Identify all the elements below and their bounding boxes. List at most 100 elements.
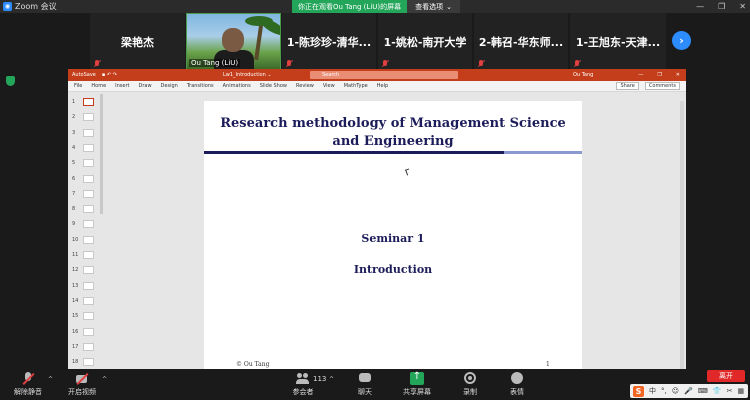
close-icon[interactable]: ✕ [676,72,680,78]
slide-thumbnail[interactable]: 8 [70,205,100,215]
chevron-down-icon: ⌄ [446,2,452,11]
ribbon-tab[interactable]: Transitions [187,83,214,89]
video-options-caret[interactable]: ^ [102,376,107,383]
slide-preview [83,358,94,367]
ribbon-tab[interactable]: Review [296,83,314,89]
ribbon-tab[interactable]: View [323,83,335,89]
participant-tile[interactable]: 梁艳杰 [90,13,185,70]
save-icon[interactable]: ▪ ↶ ↷ [102,72,117,78]
slide-thumbnail[interactable]: 12 [70,266,100,276]
muted-mic-icon [382,60,388,68]
participant-tile[interactable]: 2-韩召-华东师... [474,13,568,70]
participant-count: 113 [313,375,327,383]
slide-preview [83,296,94,305]
audio-options-caret[interactable]: ^ [48,376,53,383]
ribbon-tab[interactable]: Slide Show [260,83,287,89]
slide-canvas[interactable]: Research methodology of Management Scien… [204,101,582,369]
slide-scrollbar[interactable] [680,101,684,369]
slide-thumbnail[interactable]: 1 [70,98,100,108]
slide-thumbnail[interactable]: 14 [70,296,100,307]
slide-thumbnail[interactable]: 6 [70,174,100,185]
ime-item[interactable]: °, [661,387,667,395]
ribbon-tab[interactable]: MathType [344,83,368,89]
slide-thumbnail[interactable]: 18 [70,358,100,368]
ribbon-tab[interactable]: Help [377,83,388,89]
slide-preview [83,128,94,137]
next-page-button[interactable]: › [672,31,691,50]
slide-thumbnail[interactable]: 11 [70,251,100,261]
slide-thumbnail[interactable]: 2 [70,113,100,123]
thumbnail-scrollbar[interactable] [100,94,103,214]
comments-button[interactable]: Comments [644,82,680,90]
start-video-button[interactable]: 开启视频 [64,372,100,397]
slide-number: 10 [72,236,79,243]
close-icon[interactable]: ✕ [739,2,746,11]
share-screen-button[interactable]: 共享屏幕 [398,371,436,397]
slide-thumbnail[interactable]: 13 [70,281,100,292]
participant-tile[interactable]: 1-姚松-南开大学 [378,13,472,70]
chevron-right-icon: › [679,34,684,47]
slide-preview [83,220,94,229]
record-button[interactable]: 录制 [455,372,485,397]
slide-thumbnail[interactable]: 16 [70,327,100,338]
restore-icon[interactable]: ❐ [718,2,725,11]
view-options-button[interactable]: 查看选项 ⌄ [407,0,460,13]
ime-item[interactable]: 👕 [713,387,722,395]
ime-item[interactable]: 🎤 [684,387,693,395]
ime-item[interactable]: 中 [649,386,656,396]
security-shield-icon [6,76,15,86]
file-name[interactable]: Lw1_Introduction ⌄ [223,72,272,78]
slide-number: 5 [72,160,76,167]
ribbon-tab[interactable]: Animations [223,83,251,89]
participants-icon [296,372,310,385]
ribbon-tab[interactable]: File [74,83,82,89]
slide-preview [83,342,94,351]
slide-preview [83,189,94,198]
slide-thumbnail[interactable]: 15 [70,312,100,322]
ppt-ribbon: File Home Insert Draw Design Transitions Anima… [68,81,686,92]
reactions-button[interactable]: 表情 [502,372,532,397]
leave-meeting-button[interactable]: 离开 [707,370,745,382]
ime-item[interactable]: ⌨ [698,387,708,395]
active-speaker-video[interactable]: Ou Tang (LiU) [186,13,281,70]
minimize-icon[interactable]: — [696,2,704,11]
speaker-face [222,28,244,52]
ribbon-tab[interactable]: Draw [138,83,151,89]
slide-number: 16 [72,328,79,335]
ime-item[interactable]: ▦ [737,387,744,395]
slide-number: 12 [72,267,79,274]
restore-icon[interactable]: ❐ [657,72,661,78]
slide-preview [83,235,94,244]
unmute-button[interactable]: 解除静音 [10,372,46,397]
ppt-user[interactable]: Ou Tang [573,72,593,78]
ribbon-tab[interactable]: Home [91,83,106,89]
participant-tile[interactable]: 1-陈珍珍-清华... [282,13,376,70]
ime-item[interactable]: ✂ [727,387,733,395]
slide-thumbnail[interactable]: 10 [70,235,100,246]
slide-thumbnail[interactable]: 7 [70,189,100,200]
participant-name: 1-陈珍珍-清华... [286,36,372,49]
chat-button[interactable]: 聊天 [350,372,380,397]
participant-tile[interactable]: 1-王旭东-天津... [570,13,666,70]
shared-screen-powerpoint: AutoSave ▪ ↶ ↷ Lw1_Introduction ⌄ Search… [68,69,686,369]
ribbon-tab[interactable]: Design [161,83,178,89]
slide-thumbnail[interactable]: 9 [70,220,100,230]
slide-thumbnail[interactable]: 4 [70,143,100,154]
slide-number: 1 [72,99,76,105]
slide-thumbnail[interactable]: 5 [70,159,100,169]
participants-caret[interactable]: ^ [329,376,334,383]
slide-number: 3 [72,129,76,136]
share-button[interactable]: Share [616,82,639,90]
minimize-icon[interactable]: — [638,72,643,78]
slide-thumbnail[interactable]: 3 [70,128,100,139]
ppt-search-input[interactable]: Search [310,71,458,79]
slide-preview [83,98,94,106]
ribbon-tab[interactable]: Insert [115,83,129,89]
participant-name: 2-韩召-华东师... [478,36,564,49]
slide-number: 14 [72,297,79,304]
ime-item[interactable]: ☺ [672,387,679,395]
slide-thumbnail[interactable]: 17 [70,342,100,353]
record-icon [463,372,477,385]
autosave-toggle[interactable]: AutoSave [72,72,96,78]
slide-preview [83,205,94,214]
